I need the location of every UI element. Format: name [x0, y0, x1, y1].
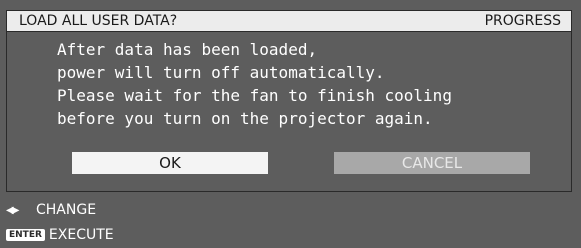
message-line: Please wait for the fan to finish coolin…: [57, 86, 452, 105]
cancel-button[interactable]: CANCEL: [334, 152, 530, 174]
footer-hints: ◀▶ CHANGE ENTER EXECUTE: [0, 198, 581, 248]
left-right-arrows-icon: ◀▶: [6, 204, 19, 216]
execute-label: EXECUTE: [48, 227, 114, 243]
message-line: before you turn on the projector again.: [57, 109, 433, 128]
section-label: PROGRESS: [484, 13, 561, 29]
message-line: After data has been loaded,: [57, 40, 318, 59]
ok-button[interactable]: OK: [72, 152, 268, 174]
enter-key-icon: ENTER: [6, 229, 45, 241]
dialog-title: LOAD ALL USER DATA?: [19, 13, 178, 29]
message-line: power will turn off automatically.: [57, 63, 385, 82]
execute-hint: ENTER EXECUTE: [6, 227, 114, 243]
message-text: After data has been loaded, power will t…: [57, 38, 452, 130]
dialog-content: After data has been loaded, power will t…: [6, 32, 572, 192]
change-label: CHANGE: [36, 202, 97, 218]
title-bar: LOAD ALL USER DATA? PROGRESS: [6, 10, 572, 32]
load-user-data-dialog: LOAD ALL USER DATA? PROGRESS After data …: [0, 0, 581, 248]
change-hint: ◀▶ CHANGE: [6, 202, 96, 218]
